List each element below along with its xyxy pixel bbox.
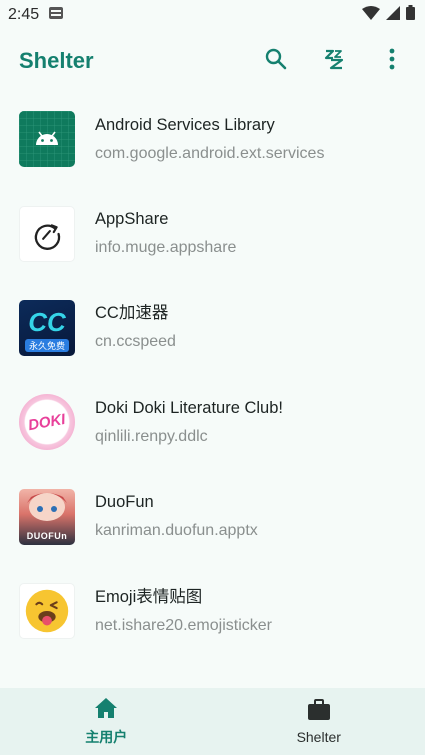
nav-item-shelter[interactable]: Shelter [213,688,425,755]
sim-icon [49,6,64,24]
freeze-button[interactable] [311,38,357,84]
more-vert-icon [389,48,395,75]
app-list: Android Services Library com.google.andr… [0,92,425,658]
list-item[interactable]: DUOFUn DuoFun kanriman.duofun.apptx [0,470,425,564]
cc-icon-subtext: 永久免费 [24,338,69,352]
app-name: Android Services Library [95,115,275,134]
search-button[interactable] [253,38,299,84]
app-name: AppShare [95,210,169,229]
app-title: Shelter [19,48,94,73]
nav-item-main-user[interactable]: 主用户 [0,688,213,755]
ddlc-icon: DOKI [19,394,75,451]
briefcase-icon [307,698,331,726]
home-icon [94,697,118,724]
app-package: qinlili.renpy.ddlc [95,427,208,445]
status-time: 2:45 [8,6,40,23]
nav-label: Shelter [296,728,341,745]
list-item[interactable]: CC 永久免费 CC加速器 cn.ccspeed [0,281,425,375]
app-name: Emoji表情贴图 [95,587,203,606]
battery-icon [406,5,415,25]
list-item[interactable]: Emoji表情贴图 net.ishare20.emojisticker [0,564,425,658]
list-item[interactable]: DOKI Doki Doki Literature Club! qinlili.… [0,375,425,469]
snooze-icon [323,48,345,75]
app-package: info.muge.appshare [95,239,237,257]
cc-icon-text: CC [28,306,66,337]
signal-icon [386,5,400,25]
android-icon [19,111,75,168]
ddlc-icon-text: DOKI [27,410,67,434]
list-item[interactable]: Android Services Library com.google.andr… [0,92,425,186]
more-options-button[interactable] [369,38,415,84]
list-item[interactable]: AppShare info.muge.appshare [0,186,425,280]
app-package: cn.ccspeed [95,333,176,351]
app-name: CC加速器 [95,304,169,323]
duofun-icon-text: DUOFUn [26,530,68,541]
emoji-icon [19,583,75,640]
app-package: net.ishare20.emojisticker [95,616,272,634]
app-bar: Shelter [0,30,425,92]
app-package: kanriman.duofun.apptx [95,522,258,540]
duofun-icon: DUOFUn [19,488,75,545]
search-icon [264,47,288,76]
app-name: DuoFun [95,493,154,512]
nav-label: 主用户 [85,728,128,745]
app-package: com.google.android.ext.services [95,144,325,162]
cc-icon: CC 永久免费 [19,299,75,356]
wifi-icon [362,5,380,25]
status-bar: 2:45 [0,0,425,30]
bottom-nav: 主用户 Shelter [0,688,425,755]
appshare-icon [19,205,75,262]
app-name: Doki Doki Literature Club! [95,398,283,417]
